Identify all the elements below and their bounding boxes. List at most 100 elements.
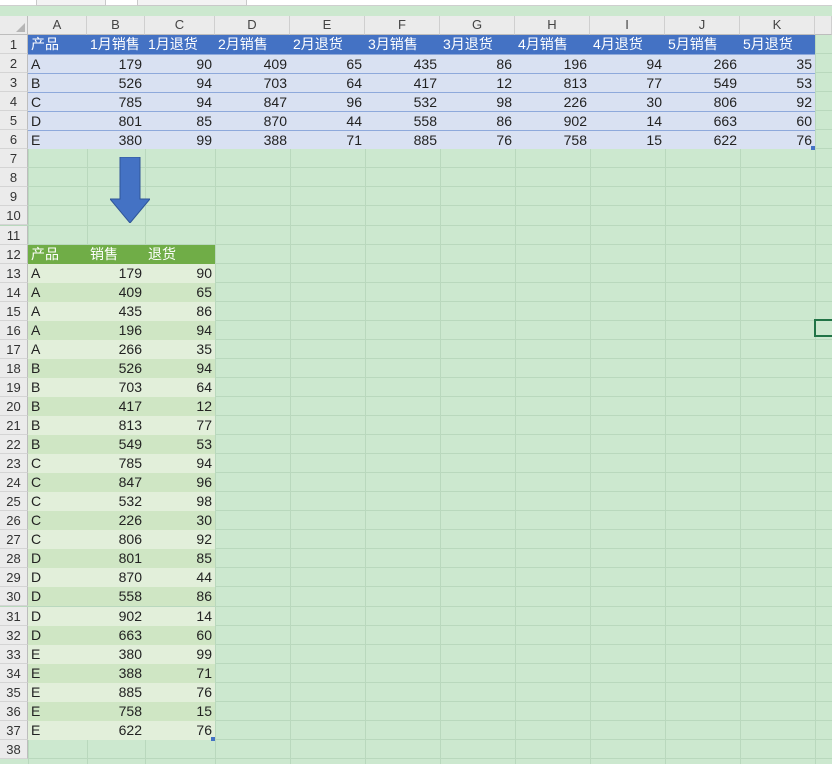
- bottom-table-cell[interactable]: A: [28, 340, 87, 359]
- top-table-cell[interactable]: 14: [590, 111, 665, 130]
- top-table-header-cell[interactable]: 1月退货: [145, 35, 215, 54]
- bottom-table-cell[interactable]: 663: [87, 626, 145, 645]
- bottom-table-cell[interactable]: 417: [87, 397, 145, 416]
- bottom-table-cell[interactable]: 196: [87, 321, 145, 340]
- row-header[interactable]: 5: [0, 111, 28, 130]
- row-header[interactable]: 37: [0, 721, 28, 740]
- bottom-table-cell[interactable]: 86: [145, 302, 215, 321]
- row-header[interactable]: 20: [0, 397, 28, 416]
- row-header[interactable]: 6: [0, 130, 28, 149]
- top-table-header-cell[interactable]: 5月销售: [665, 35, 740, 54]
- top-table-header-cell[interactable]: 3月退货: [440, 35, 515, 54]
- bottom-table-cell[interactable]: C: [28, 492, 87, 511]
- bottom-table-cell[interactable]: 526: [87, 359, 145, 378]
- bottom-table-cell[interactable]: 885: [87, 683, 145, 702]
- top-table-cell[interactable]: 813: [515, 73, 590, 92]
- row-header[interactable]: 19: [0, 378, 28, 397]
- top-table-cell[interactable]: 86: [440, 111, 515, 130]
- bottom-table-cell[interactable]: D: [28, 626, 87, 645]
- row-header[interactable]: 23: [0, 454, 28, 473]
- row-header[interactable]: 33: [0, 645, 28, 664]
- top-table-cell[interactable]: 96: [290, 92, 365, 111]
- bottom-table-cell[interactable]: 435: [87, 302, 145, 321]
- row-header[interactable]: 16: [0, 321, 28, 340]
- top-table-cell[interactable]: 85: [145, 111, 215, 130]
- top-table-header-cell[interactable]: 5月退货: [740, 35, 815, 54]
- row-header[interactable]: 13: [0, 264, 28, 283]
- top-table-cell[interactable]: 76: [440, 130, 515, 149]
- bottom-table-cell[interactable]: A: [28, 264, 87, 283]
- row-header[interactable]: 9: [0, 187, 28, 206]
- bottom-table-cell[interactable]: 35: [145, 340, 215, 359]
- row-header[interactable]: 36: [0, 702, 28, 721]
- bottom-table-cell[interactable]: 86: [145, 587, 215, 606]
- column-header-k[interactable]: K: [740, 16, 815, 35]
- top-table-cell[interactable]: 64: [290, 73, 365, 92]
- top-table-cell[interactable]: 703: [215, 73, 290, 92]
- top-table-header-cell[interactable]: 3月销售: [365, 35, 440, 54]
- bottom-table-cell[interactable]: 85: [145, 549, 215, 568]
- row-header[interactable]: 2: [0, 54, 28, 73]
- row-header[interactable]: 32: [0, 626, 28, 645]
- top-table-cell[interactable]: 196: [515, 54, 590, 73]
- bottom-table-cell[interactable]: 847: [87, 473, 145, 492]
- column-header-blank[interactable]: [815, 16, 832, 35]
- column-header-e[interactable]: E: [290, 16, 365, 35]
- top-table-cell[interactable]: 532: [365, 92, 440, 111]
- select-all-corner[interactable]: [0, 16, 28, 35]
- top-table-cell[interactable]: A: [28, 54, 87, 73]
- bottom-table-cell[interactable]: A: [28, 321, 87, 340]
- top-table-cell[interactable]: 98: [440, 92, 515, 111]
- row-header[interactable]: 31: [0, 607, 28, 626]
- bottom-table-cell[interactable]: B: [28, 359, 87, 378]
- top-table-cell[interactable]: 86: [440, 54, 515, 73]
- bottom-table-cell[interactable]: 785: [87, 454, 145, 473]
- bottom-table-cell[interactable]: 92: [145, 530, 215, 549]
- top-table-cell[interactable]: D: [28, 111, 87, 130]
- bottom-table-cell[interactable]: 12: [145, 397, 215, 416]
- bottom-table-cell[interactable]: 549: [87, 435, 145, 454]
- top-table-cell[interactable]: 77: [590, 73, 665, 92]
- top-table-cell[interactable]: 435: [365, 54, 440, 73]
- bottom-table-cell[interactable]: 94: [145, 321, 215, 340]
- row-header[interactable]: 1: [0, 35, 28, 54]
- column-header-f[interactable]: F: [365, 16, 440, 35]
- row-header[interactable]: 4: [0, 92, 28, 111]
- top-table-cell[interactable]: 785: [87, 92, 145, 111]
- bottom-table-cell[interactable]: 758: [87, 702, 145, 721]
- top-table-cell[interactable]: 549: [665, 73, 740, 92]
- row-header[interactable]: 17: [0, 340, 28, 359]
- top-table-header-cell[interactable]: 产品: [28, 35, 87, 54]
- bottom-table-cell[interactable]: 409: [87, 283, 145, 302]
- bottom-table-cell[interactable]: 15: [145, 702, 215, 721]
- row-header[interactable]: 14: [0, 283, 28, 302]
- row-header[interactable]: 22: [0, 435, 28, 454]
- bottom-table-cell[interactable]: 44: [145, 568, 215, 587]
- bottom-table-header-cell[interactable]: 销售: [87, 245, 145, 264]
- bottom-table-cell[interactable]: 90: [145, 264, 215, 283]
- bottom-table-cell[interactable]: 532: [87, 492, 145, 511]
- row-header[interactable]: 27: [0, 530, 28, 549]
- bottom-table-cell[interactable]: 30: [145, 511, 215, 530]
- bottom-table-cell[interactable]: 94: [145, 454, 215, 473]
- row-header[interactable]: 11: [0, 226, 28, 245]
- column-header-h[interactable]: H: [515, 16, 590, 35]
- top-table-cell[interactable]: 417: [365, 73, 440, 92]
- bottom-table-cell[interactable]: 14: [145, 607, 215, 626]
- bottom-table-cell[interactable]: C: [28, 530, 87, 549]
- bottom-table-cell[interactable]: D: [28, 607, 87, 626]
- top-table-header-cell[interactable]: 4月退货: [590, 35, 665, 54]
- bottom-table-cell[interactable]: 226: [87, 511, 145, 530]
- bottom-table-cell[interactable]: 64: [145, 378, 215, 397]
- bottom-table-cell[interactable]: E: [28, 645, 87, 664]
- column-header-d[interactable]: D: [215, 16, 290, 35]
- top-table-cell[interactable]: 65: [290, 54, 365, 73]
- bottom-table-cell[interactable]: 380: [87, 645, 145, 664]
- bottom-table-header-cell[interactable]: 退货: [145, 245, 215, 264]
- top-table-cell[interactable]: 870: [215, 111, 290, 130]
- fill-handle[interactable]: [211, 737, 215, 741]
- selected-cell[interactable]: [814, 319, 832, 337]
- row-header[interactable]: 21: [0, 416, 28, 435]
- top-table-cell[interactable]: 60: [740, 111, 815, 130]
- row-header[interactable]: 38: [0, 740, 28, 759]
